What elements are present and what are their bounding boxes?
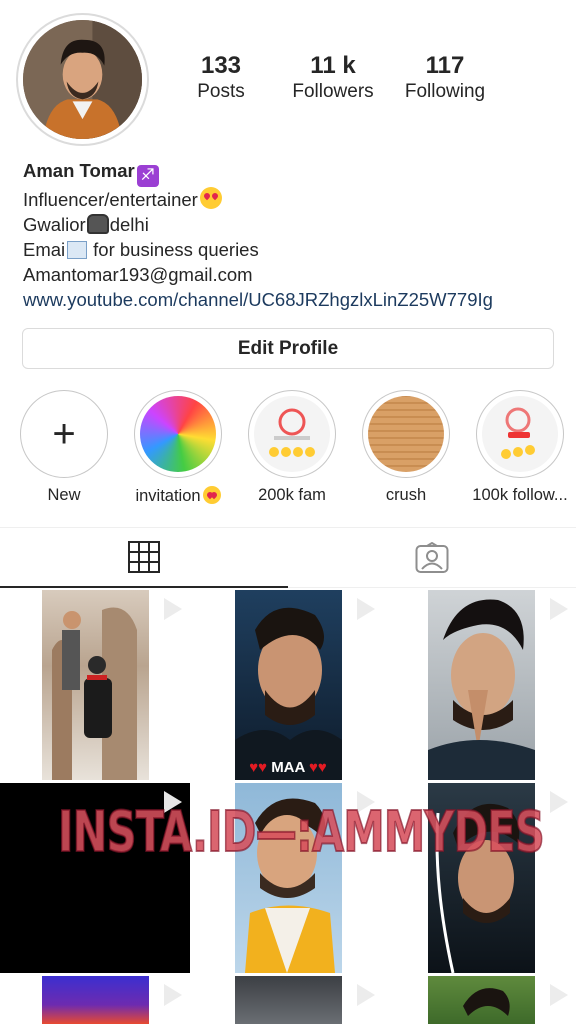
highlight-label: 100k follow... (472, 486, 568, 504)
highlight-label: crush (385, 486, 427, 504)
story-highlights: + New invitation 200k fam crush 100k fol… (0, 390, 576, 510)
watermark-text: INSTA.ID—:AMMYDES (57, 799, 545, 866)
grid-icon (128, 541, 160, 573)
profile-stats: 133 Posts 11 k Followers 117 Following (165, 52, 565, 104)
highlight-cover (482, 396, 558, 472)
posts-stat[interactable]: 133 Posts (165, 52, 277, 104)
video-icon (550, 791, 568, 813)
highlight-crush[interactable]: crush (346, 390, 466, 505)
profile-tabs (0, 528, 576, 588)
highlight-invitation[interactable]: invitation (118, 390, 238, 506)
maa-text: MAA (271, 759, 305, 776)
followers-stat[interactable]: 11 k Followers (277, 52, 389, 104)
highlight-cover (254, 396, 330, 472)
post-caption-overlay: ♥♥ MAA ♥♥ (249, 759, 327, 776)
followers-count: 11 k (310, 52, 356, 79)
highlight-new[interactable]: + New (4, 390, 124, 505)
posts-label: Posts (197, 81, 245, 102)
tagged-icon (415, 541, 449, 573)
bio-line: for business queries (93, 239, 259, 260)
following-stat[interactable]: 117 Following (389, 52, 501, 104)
bio-line: Gwalior (23, 214, 86, 235)
profile-bio: Aman Tomar ♐ Influencer/entertainer Gwali… (23, 158, 563, 312)
following-count: 117 (425, 52, 465, 79)
highlight-cover (368, 396, 444, 472)
highlight-200k-fam[interactable]: 200k fam (232, 390, 352, 505)
kwai-label: Kwai (539, 946, 566, 959)
bio-email: Amantomar193@gmail.com (23, 264, 253, 285)
bus-emoji-icon (86, 214, 109, 234)
heart-eyes-emoji-icon (199, 187, 222, 209)
heart-eyes-emoji-icon (202, 486, 221, 504)
edit-profile-button[interactable]: Edit Profile (22, 328, 554, 369)
post-thumbnail[interactable]: Kwai (386, 590, 576, 780)
highlight-label: 200k fam (258, 486, 326, 504)
highlight-label: invitation (135, 487, 201, 505)
video-icon (164, 984, 182, 1006)
highlight-100k-follow[interactable]: 100k follow... (460, 390, 576, 505)
posts-count: 133 (200, 52, 242, 79)
plus-icon: + (52, 412, 76, 456)
post-thumbnail[interactable] (193, 976, 383, 1024)
followers-label: Followers (292, 81, 374, 102)
post-thumbnail[interactable] (386, 976, 576, 1024)
bio-line: Influencer/entertainer (23, 189, 198, 210)
video-icon (357, 984, 375, 1006)
video-icon (164, 598, 182, 620)
envelope-emoji-icon (67, 241, 88, 259)
highlight-cover (140, 396, 216, 472)
video-icon (550, 984, 568, 1006)
avatar-photo (23, 20, 142, 139)
post-thumbnail[interactable] (0, 976, 190, 1024)
highlight-label: New (47, 486, 81, 504)
video-icon (550, 598, 568, 620)
following-label: Following (404, 81, 486, 102)
sagittarius-icon: ♐ (136, 165, 159, 187)
bio-line: delhi (109, 214, 149, 235)
profile-avatar[interactable] (16, 13, 149, 146)
video-icon (357, 598, 375, 620)
kwai-label: Kwai (539, 753, 566, 766)
profile-name: Aman Tomar (23, 160, 135, 181)
tab-posts-grid[interactable] (0, 528, 288, 588)
tab-tagged[interactable] (288, 528, 576, 588)
post-thumbnail[interactable] (0, 590, 190, 780)
post-thumbnail[interactable]: ♥♥ MAA ♥♥ (193, 590, 383, 780)
bio-line: Emai (23, 239, 66, 260)
profile-website-link[interactable]: www.youtube.com/channel/UC68JRZhgzlxLinZ… (23, 287, 563, 312)
